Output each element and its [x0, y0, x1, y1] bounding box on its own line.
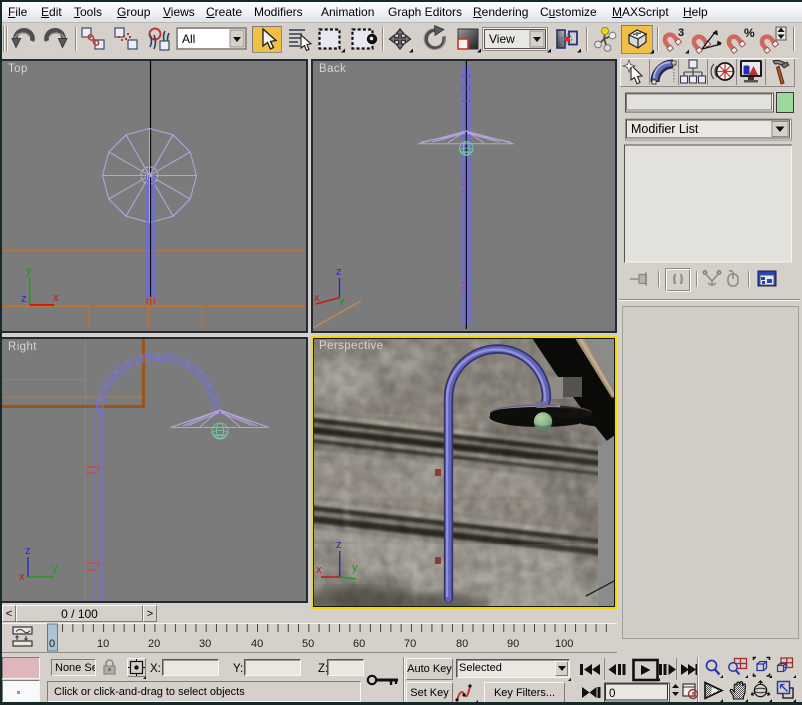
svg-text:3: 3: [678, 27, 684, 39]
svg-text:y: y: [339, 295, 345, 307]
svg-text:x: x: [19, 571, 25, 583]
svg-text:View: View: [489, 32, 515, 46]
svg-text:%: %: [744, 26, 755, 40]
svg-text:z: z: [336, 266, 342, 278]
svg-text:10: 10: [97, 638, 109, 650]
svg-text:0: 0: [609, 688, 615, 700]
svg-text:z: z: [336, 539, 342, 551]
svg-text:Modifier List: Modifier List: [631, 122, 699, 136]
svg-text:0: 0: [49, 638, 55, 650]
svg-text:20: 20: [148, 638, 160, 650]
svg-text:70: 70: [404, 638, 416, 650]
svg-text:All: All: [182, 32, 195, 46]
svg-text:60: 60: [353, 638, 365, 650]
svg-text:40: 40: [251, 638, 263, 650]
svg-text:y: y: [352, 562, 358, 574]
svg-text:x: x: [314, 292, 320, 304]
svg-text:x: x: [316, 564, 322, 576]
svg-text:y: y: [52, 563, 58, 575]
svg-text:30: 30: [199, 638, 211, 650]
svg-text:50: 50: [302, 638, 314, 650]
svg-text:100: 100: [555, 638, 573, 650]
svg-text:Y:: Y:: [233, 663, 243, 675]
svg-text:X:: X:: [150, 663, 161, 675]
svg-text:90: 90: [507, 638, 519, 650]
svg-text:80: 80: [456, 638, 468, 650]
svg-text:z: z: [21, 293, 27, 305]
svg-text:y: y: [26, 265, 32, 277]
svg-text:x: x: [53, 292, 59, 304]
svg-text:z: z: [25, 545, 31, 557]
